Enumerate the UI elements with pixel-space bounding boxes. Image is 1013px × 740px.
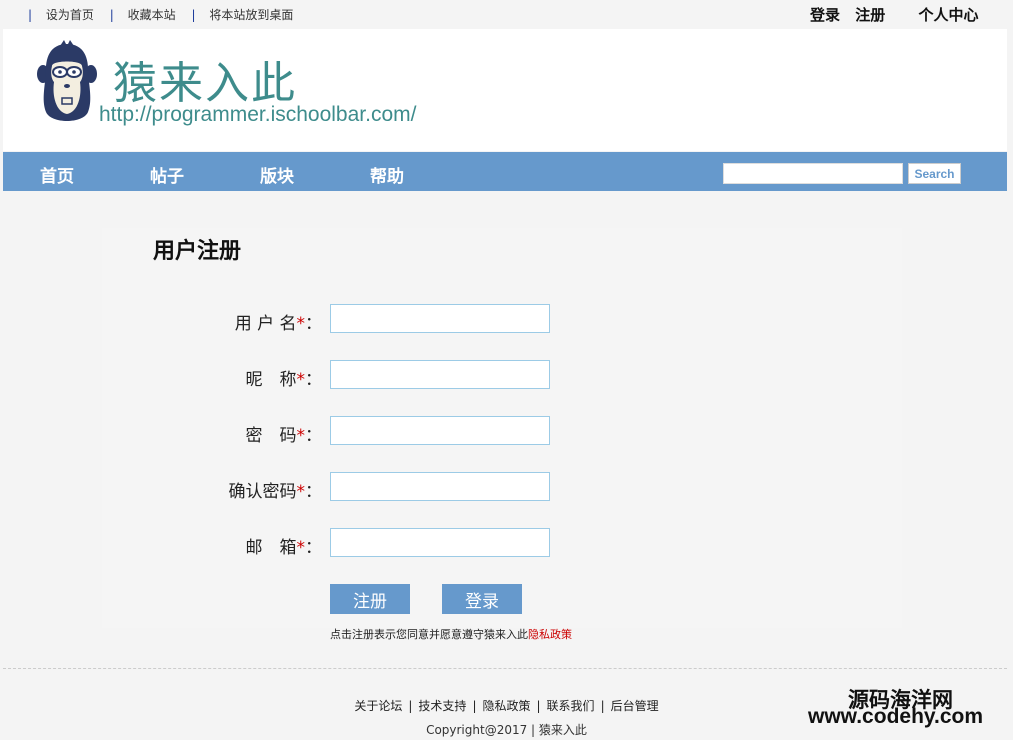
login-button[interactable]: 登录 (442, 584, 522, 614)
label-text: 密 码 (245, 426, 297, 446)
password-field[interactable] (330, 416, 550, 445)
label-text: 昵 称 (245, 370, 297, 390)
footer-link-privacy[interactable]: 隐私政策 (482, 699, 530, 713)
label-colon: ： (305, 538, 322, 558)
nickname-label: 昵 称*： (102, 365, 323, 390)
nickname-field[interactable] (330, 360, 550, 389)
search-button[interactable]: Search (908, 163, 961, 184)
label-colon: ： (305, 314, 322, 334)
user-links: 登录 注册 个人中心 (810, 4, 979, 25)
email-field[interactable] (330, 528, 550, 557)
site-title[interactable]: 猿来入此 (113, 47, 297, 111)
required-mark: * (296, 314, 306, 334)
top-utility-bar: | 设为首页 | 收藏本站 | 将本站放到桌面 登录 注册 个人中心 (0, 0, 1013, 28)
nav-item-boards[interactable]: 版块 (260, 162, 294, 187)
separator: | (191, 8, 196, 22)
bookmark-site-link[interactable]: 收藏本站 (128, 8, 176, 22)
register-button[interactable]: 注册 (330, 584, 410, 614)
required-mark: * (296, 370, 306, 390)
footer-link-about[interactable]: 关于论坛 (354, 699, 402, 713)
agreement-note: 点击注册表示您同意并愿意遵守猿来入此隐私政策 (330, 626, 572, 642)
footer-link-admin[interactable]: 后台管理 (611, 699, 659, 713)
nav-item-home[interactable]: 首页 (40, 162, 74, 187)
monkey-logo-icon[interactable] (36, 40, 98, 128)
set-homepage-link[interactable]: 设为首页 (46, 8, 94, 22)
search-input[interactable] (723, 163, 903, 184)
username-field[interactable] (330, 304, 550, 333)
top-links: | 设为首页 | 收藏本站 | 将本站放到桌面 (28, 6, 305, 23)
required-mark: * (296, 482, 306, 502)
main-nav: 首页 帖子 版块 帮助 Search (3, 152, 1007, 191)
register-panel: 用户注册 用 户 名*： 昵 称*： 密 码*： 确认密码*： 邮 箱*： 注册… (102, 228, 902, 641)
footer-link-support[interactable]: 技术支持 (418, 699, 466, 713)
separator: | (109, 8, 114, 22)
nav-item-posts[interactable]: 帖子 (150, 162, 184, 187)
site-url[interactable]: http://programmer.ischoolbar.com/ (99, 103, 416, 127)
email-label: 邮 箱*： (102, 533, 323, 558)
user-center-link[interactable]: 个人中心 (919, 6, 979, 24)
site-header: 猿来入此 http://programmer.ischoolbar.com/ (3, 29, 1007, 151)
watermark-url: www.codehy.com (808, 705, 984, 728)
page-title: 用户注册 (153, 239, 242, 264)
required-mark: * (296, 426, 306, 446)
confirm-password-label: 确认密码*： (102, 477, 323, 502)
separator: | (472, 699, 477, 713)
add-to-desktop-link[interactable]: 将本站放到桌面 (209, 8, 293, 22)
label-text: 用 户 名 (234, 314, 297, 334)
label-text: 确认密码 (228, 482, 297, 502)
login-link[interactable]: 登录 (810, 6, 840, 24)
confirm-password-field[interactable] (330, 472, 550, 501)
privacy-policy-link[interactable]: 隐私政策 (528, 628, 572, 641)
footer-link-contact[interactable]: 联系我们 (547, 699, 595, 713)
label-colon: ： (305, 482, 322, 502)
username-label: 用 户 名*： (102, 309, 322, 334)
register-link[interactable]: 注册 (855, 6, 885, 24)
separator: | (600, 699, 605, 713)
password-label: 密 码*： (102, 421, 323, 446)
agreement-text: 点击注册表示您同意并愿意遵守猿来入此 (330, 628, 528, 641)
required-mark: * (296, 538, 306, 558)
footer-divider (3, 668, 1007, 669)
separator: | (28, 8, 33, 22)
label-colon: ： (305, 426, 322, 446)
label-text: 邮 箱 (245, 538, 297, 558)
separator: | (536, 699, 541, 713)
separator: | (408, 699, 413, 713)
nav-item-help[interactable]: 帮助 (370, 162, 404, 187)
label-colon: ： (305, 370, 322, 390)
